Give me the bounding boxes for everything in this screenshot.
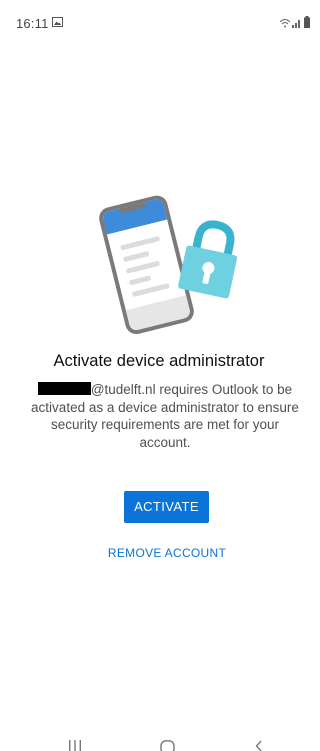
remove-account-button[interactable]: REMOVE ACCOUNT	[0, 546, 320, 560]
back-icon[interactable]	[254, 740, 264, 751]
battery-icon	[304, 16, 310, 28]
device-lock-illustration	[99, 195, 238, 335]
dialog-description: @tudelft.nl requires Outlook to be activ…	[26, 381, 304, 451]
signal-icon	[292, 20, 300, 28]
activate-button[interactable]: ACTIVATE	[124, 491, 209, 523]
home-icon[interactable]	[160, 740, 175, 751]
gallery-icon	[52, 17, 63, 27]
dialog-title: Activate device administrator	[53, 352, 265, 370]
wifi-icon	[279, 19, 291, 28]
redacted-email-block	[37, 382, 91, 395]
navigation-bar	[0, 726, 318, 751]
lock-icon	[178, 220, 238, 299]
recents-icon[interactable]	[67, 740, 83, 751]
phone-icon	[99, 195, 194, 335]
status-bar: 16:11	[0, 0, 318, 44]
status-time: 16:11	[16, 16, 49, 31]
screen: 16:11 Activate device administrator @tud…	[0, 0, 318, 751]
